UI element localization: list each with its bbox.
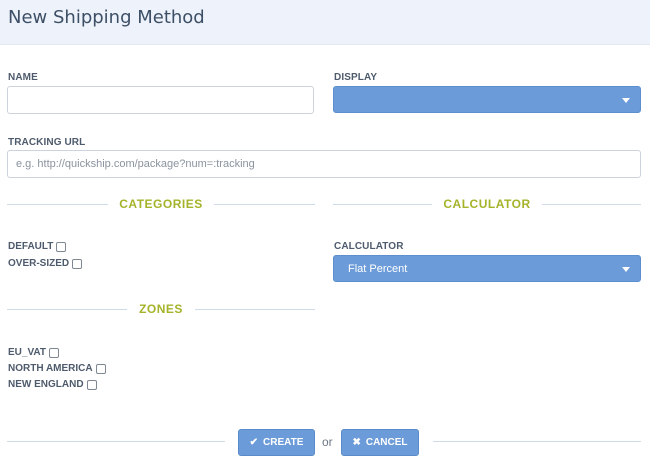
zone-eu-vat-label: EU_VAT bbox=[8, 347, 46, 358]
tracking-url-label: TRACKING URL bbox=[8, 137, 86, 148]
zone-eu-vat-checkbox[interactable] bbox=[48, 347, 59, 358]
page-header: New Shipping Method bbox=[0, 0, 650, 45]
category-over-sized-checkbox[interactable] bbox=[72, 258, 83, 269]
zone-new-england-checkbox[interactable] bbox=[86, 379, 97, 390]
categories-section-title: CATEGORIES bbox=[119, 197, 203, 211]
category-default-label: DEFAULT bbox=[8, 241, 54, 252]
tracking-url-input[interactable] bbox=[7, 150, 641, 178]
zones-divider-left bbox=[7, 309, 127, 310]
zone-new-england-label: NEW ENGLAND bbox=[8, 379, 84, 390]
category-over-sized-label: OVER-SIZED bbox=[8, 258, 70, 269]
categories-divider-right bbox=[214, 204, 315, 205]
caret-down-icon bbox=[622, 97, 630, 103]
category-default-checkbox[interactable] bbox=[56, 241, 67, 252]
name-input[interactable] bbox=[7, 86, 314, 114]
check-icon: ✔ bbox=[249, 437, 258, 448]
actions-divider-right bbox=[433, 441, 641, 442]
zone-north-america-checkbox[interactable] bbox=[95, 363, 106, 374]
zone-north-america-label: NORTH AMERICA bbox=[8, 363, 93, 374]
calculator-section-title: CALCULATOR bbox=[443, 197, 531, 211]
zone-eu-vat: EU_VAT bbox=[8, 347, 59, 358]
calculator-divider-right bbox=[542, 204, 641, 205]
caret-down-icon bbox=[622, 266, 630, 272]
categories-divider-left bbox=[7, 204, 108, 205]
cancel-button[interactable]: ✖ CANCEL bbox=[341, 429, 419, 456]
name-label: NAME bbox=[8, 72, 38, 83]
category-over-sized: OVER-SIZED bbox=[8, 258, 83, 269]
create-button-label: CREATE bbox=[263, 437, 304, 448]
calculator-select[interactable]: Flat Percent bbox=[333, 255, 641, 282]
calculator-select-value: Flat Percent bbox=[348, 262, 408, 275]
actions-divider-left bbox=[7, 441, 225, 442]
display-label: DISPLAY bbox=[334, 72, 378, 83]
create-button[interactable]: ✔ CREATE bbox=[238, 429, 315, 456]
calculator-label: CALCULATOR bbox=[334, 241, 404, 252]
or-text: or bbox=[322, 435, 333, 449]
zone-north-america: NORTH AMERICA bbox=[8, 363, 106, 374]
zone-new-england: NEW ENGLAND bbox=[8, 379, 97, 390]
zones-divider-right bbox=[195, 309, 315, 310]
x-icon: ✖ bbox=[352, 437, 361, 448]
page-title: New Shipping Method bbox=[8, 7, 205, 28]
cancel-button-label: CANCEL bbox=[365, 437, 408, 448]
category-default: DEFAULT bbox=[8, 241, 67, 252]
calculator-divider-left bbox=[333, 204, 432, 205]
display-select[interactable] bbox=[333, 86, 641, 113]
zones-section-title: ZONES bbox=[139, 302, 183, 316]
